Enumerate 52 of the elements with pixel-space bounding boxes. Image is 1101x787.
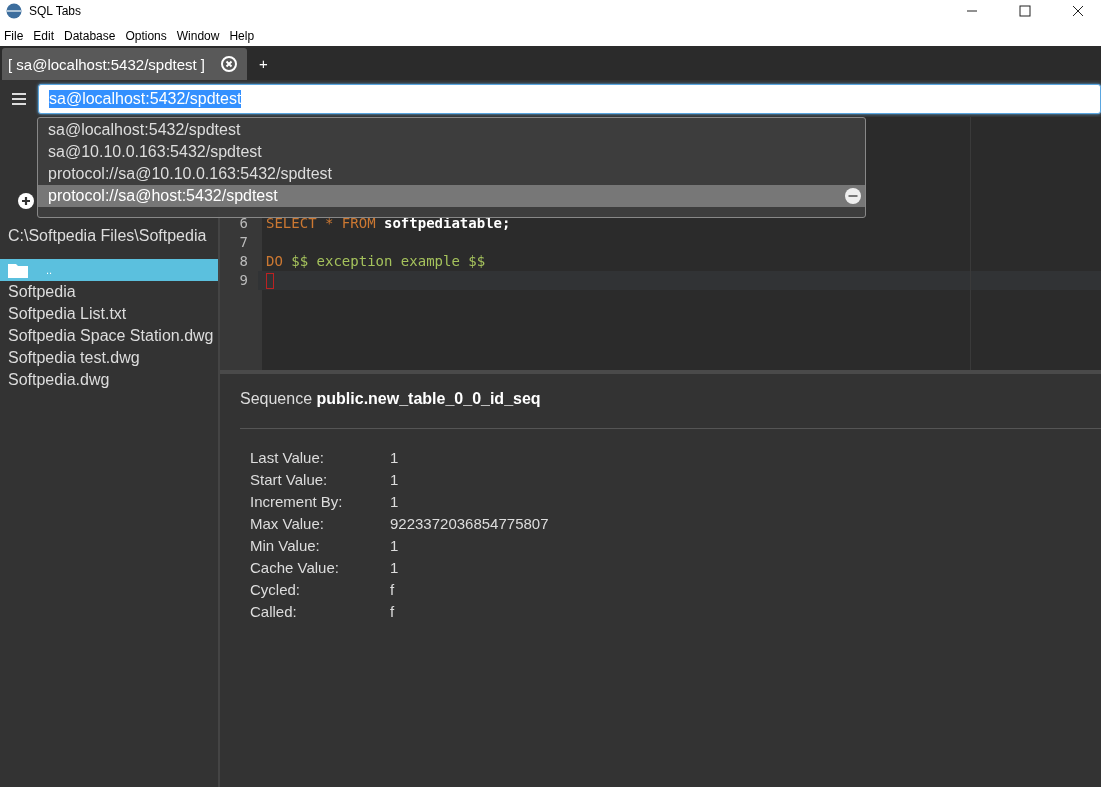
menu-item[interactable]: Help	[229, 29, 255, 43]
line-number: 6	[238, 214, 249, 233]
property-label: Cache Value:	[250, 559, 340, 577]
sidebar-entry[interactable]: Softpedia.dwg	[0, 369, 218, 391]
property-value: 1	[390, 449, 400, 467]
property-value: f	[390, 603, 396, 621]
menu-item[interactable]: File	[4, 29, 24, 43]
menu-item[interactable]: Window	[176, 29, 220, 43]
sequence-heading: Sequence public.new_table_0_0_id_seq	[240, 390, 542, 409]
maximize-icon[interactable]	[1019, 5, 1031, 17]
tab-label: [ sa@localhost:5432/spdtest ]	[8, 55, 205, 73]
property-label: Last Value:	[250, 449, 325, 467]
property-value: 1	[390, 559, 400, 577]
menu-item[interactable]: Options	[125, 29, 167, 43]
menu-item[interactable]: Database	[64, 29, 116, 43]
line-number: 7	[238, 233, 249, 252]
line-number: 8	[238, 252, 249, 271]
menu-icon[interactable]	[12, 92, 26, 105]
property-value: 1	[390, 471, 400, 489]
code-token: SELECT * FROM	[266, 215, 376, 231]
property-label: Start Value:	[250, 471, 329, 489]
property-value: 1	[390, 493, 400, 511]
property-label: Max Value:	[250, 515, 325, 533]
property-label: Increment By:	[250, 493, 344, 511]
suggestion-item[interactable]: protocol://sa@host:5432/spdtest	[38, 185, 865, 207]
folder-icon	[8, 262, 28, 278]
remove-icon[interactable]	[845, 188, 861, 204]
suggestion-item[interactable]: sa@localhost:5432/spdtest	[38, 119, 865, 141]
add-icon[interactable]	[18, 193, 34, 209]
code-token: DO	[266, 253, 283, 269]
sidebar-entry[interactable]: Softpedia Space Station.dwg	[0, 325, 218, 347]
property-label: Called:	[250, 603, 298, 621]
property-value: 1	[390, 537, 400, 555]
code-token: $$ exception example $$	[291, 253, 486, 269]
sidebar-entry[interactable]: Softpedia	[0, 281, 218, 303]
property-value: 9223372036854775807	[390, 515, 549, 533]
directory-path: C:\Softpedia Files\Softpedia	[7, 226, 208, 246]
line-number: 9	[238, 271, 249, 290]
property-label: Min Value:	[250, 537, 321, 555]
sidebar-entry[interactable]: Softpedia test.dwg	[0, 347, 218, 369]
suggestion-item[interactable]: protocol://sa@10.10.0.163:5432/spdtest	[38, 163, 865, 185]
property-label: Cycled:	[250, 581, 302, 599]
property-value: f	[390, 581, 396, 599]
sidebar-entry[interactable]: Softpedia List.txt	[0, 303, 218, 325]
code-token: softpediatable;	[384, 215, 511, 231]
close-icon[interactable]	[1072, 5, 1084, 17]
tab[interactable]: [ sa@localhost:5432/spdtest ]	[2, 48, 247, 80]
suggestion-item[interactable]: sa@10.10.0.163:5432/spdtest	[38, 141, 865, 163]
new-tab-button[interactable]: +	[259, 54, 268, 72]
menu-item[interactable]: Edit	[33, 29, 55, 43]
window-title: SQL Tabs	[29, 4, 82, 18]
app-logo-icon	[6, 3, 22, 19]
